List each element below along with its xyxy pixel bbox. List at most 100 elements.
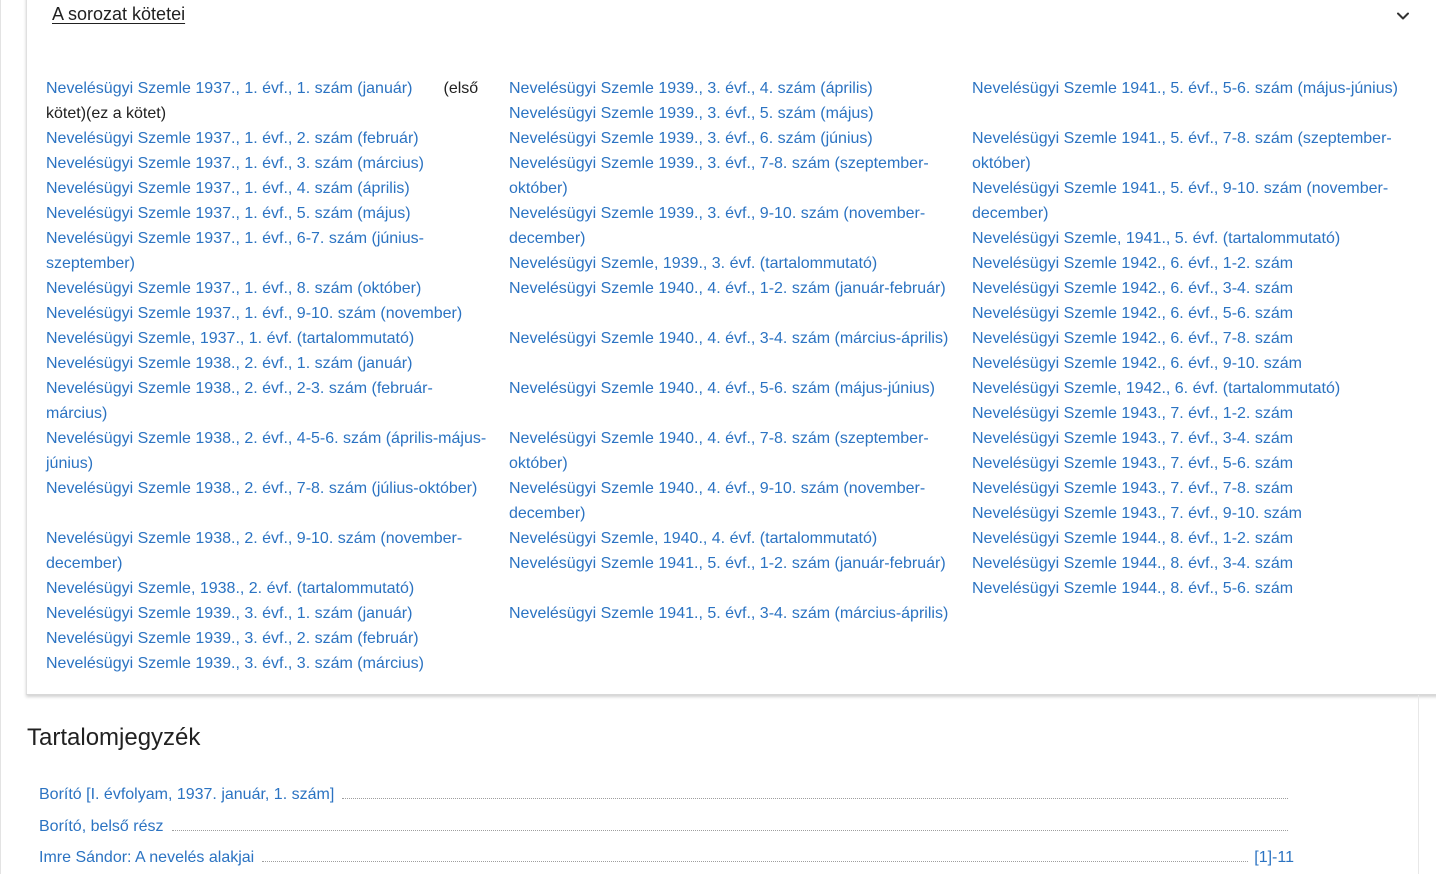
series-volumes-toggle[interactable]: A sorozat kötetei — [52, 4, 185, 25]
volume-link[interactable]: Nevelésügyi Szemle 1937., 1. évf., 8. sz… — [46, 280, 421, 297]
volume-link[interactable]: Nevelésügyi Szemle 1938., 2. évf., 9-10.… — [46, 530, 462, 572]
list-item: Nevelésügyi Szemle 1937., 1. évf., 8. sz… — [46, 276, 491, 301]
list-item: Nevelésügyi Szemle 1938., 2. évf., 9-10.… — [46, 526, 491, 576]
list-item: Nevelésügyi Szemle 1942., 6. évf., 7-8. … — [972, 326, 1412, 351]
list-item: Nevelésügyi Szemle 1941., 5. évf., 7-8. … — [972, 126, 1412, 176]
volume-link[interactable]: Nevelésügyi Szemle 1940., 4. évf., 7-8. … — [509, 430, 929, 472]
list-item: Nevelésügyi Szemle 1937., 1. évf., 4. sz… — [46, 176, 491, 201]
volume-link[interactable]: Nevelésügyi Szemle 1939., 3. évf., 7-8. … — [509, 155, 929, 197]
volume-link[interactable]: Nevelésügyi Szemle 1939., 3. évf., 4. sz… — [509, 80, 873, 97]
volume-link[interactable]: Nevelésügyi Szemle 1938., 2. évf., 1. sz… — [46, 355, 412, 372]
volume-link[interactable]: Nevelésügyi Szemle 1937., 1. évf., 4. sz… — [46, 180, 410, 197]
volume-link[interactable]: Nevelésügyi Szemle 1939., 3. évf., 6. sz… — [509, 130, 873, 147]
list-item: Nevelésügyi Szemle 1943., 7. évf., 5-6. … — [972, 451, 1412, 476]
volume-link[interactable]: Nevelésügyi Szemle 1944., 8. évf., 3-4. … — [972, 555, 1293, 572]
list-item: Nevelésügyi Szemle 1938., 2. évf., 2-3. … — [46, 376, 491, 426]
list-item: Nevelésügyi Szemle 1941., 5. évf., 5-6. … — [972, 76, 1412, 101]
volume-link[interactable]: Nevelésügyi Szemle 1942., 6. évf., 7-8. … — [972, 330, 1293, 347]
volume-link[interactable]: Nevelésügyi Szemle 1941., 5. évf., 3-4. … — [509, 605, 948, 622]
toc-link[interactable]: Borító [I. évfolyam, 1937. január, 1. sz… — [39, 786, 334, 804]
list-item: Nevelésügyi Szemle 1944., 8. évf., 1-2. … — [972, 526, 1412, 551]
list-item: Nevelésügyi Szemle 1941., 5. évf., 1-2. … — [509, 551, 949, 576]
volume-link[interactable]: Nevelésügyi Szemle 1939., 3. évf., 5. sz… — [509, 105, 874, 122]
list-item: Nevelésügyi Szemle 1938., 2. évf., 4-5-6… — [46, 426, 491, 476]
volume-link[interactable]: Nevelésügyi Szemle 1939., 3. évf., 1. sz… — [46, 605, 412, 622]
list-item: Nevelésügyi Szemle 1944., 8. évf., 3-4. … — [972, 551, 1412, 576]
toc-link[interactable]: Imre Sándor: A nevelés alakjai — [39, 849, 254, 867]
volume-link[interactable]: Nevelésügyi Szemle, 1939., 3. évf. (tart… — [509, 255, 877, 272]
list-item: Nevelésügyi Szemle, 1941., 5. évf. (tart… — [972, 226, 1412, 251]
volume-link[interactable]: Nevelésügyi Szemle 1937., 1. évf., 1. sz… — [46, 80, 412, 97]
volume-link[interactable]: Nevelésügyi Szemle 1943., 7. évf., 5-6. … — [972, 455, 1293, 472]
volume-link[interactable]: Nevelésügyi Szemle 1942., 6. évf., 3-4. … — [972, 280, 1293, 297]
volume-link[interactable]: Nevelésügyi Szemle 1944., 8. évf., 1-2. … — [972, 530, 1293, 547]
volume-link[interactable]: Nevelésügyi Szemle 1939., 3. évf., 9-10.… — [509, 205, 925, 247]
volume-link[interactable]: Nevelésügyi Szemle 1939., 3. évf., 2. sz… — [46, 630, 419, 647]
volume-link[interactable]: Nevelésügyi Szemle 1942., 6. évf., 5-6. … — [972, 305, 1293, 322]
volume-link[interactable]: Nevelésügyi Szemle 1940., 4. évf., 5-6. … — [509, 380, 935, 397]
list-item: Nevelésügyi Szemle 1940., 4. évf., 9-10.… — [509, 476, 949, 526]
volume-link[interactable]: Nevelésügyi Szemle 1940., 4. évf., 9-10.… — [509, 480, 925, 522]
list-item: Nevelésügyi Szemle 1937., 1. évf., 2. sz… — [46, 126, 491, 151]
volume-link[interactable]: Nevelésügyi Szemle 1937., 1. évf., 2. sz… — [46, 130, 419, 147]
volume-link[interactable]: Nevelésügyi Szemle, 1938., 2. évf. (tart… — [46, 580, 414, 597]
volume-link[interactable]: Nevelésügyi Szemle 1939., 3. évf., 3. sz… — [46, 655, 424, 672]
toc-link[interactable]: Borító, belső rész — [39, 818, 164, 836]
volume-link[interactable]: Nevelésügyi Szemle, 1940., 4. évf. (tart… — [509, 530, 877, 547]
volume-link[interactable]: Nevelésügyi Szemle 1943., 7. évf., 1-2. … — [972, 405, 1293, 422]
volume-link[interactable]: Nevelésügyi Szemle 1941., 5. évf., 9-10.… — [972, 180, 1388, 222]
list-item: Nevelésügyi Szemle 1943., 7. évf., 7-8. … — [972, 476, 1412, 501]
list-item: Nevelésügyi Szemle 1944., 8. évf., 5-6. … — [972, 576, 1412, 601]
volume-link[interactable]: Nevelésügyi Szemle 1941., 5. évf., 7-8. … — [972, 130, 1392, 172]
volumes-column-2: Nevelésügyi Szemle 1939., 3. évf., 4. sz… — [509, 76, 949, 626]
volume-link[interactable]: Nevelésügyi Szemle 1937., 1. évf., 3. sz… — [46, 155, 424, 172]
list-item: Nevelésügyi Szemle 1939., 3. évf., 9-10.… — [509, 201, 949, 251]
volume-link[interactable]: Nevelésügyi Szemle 1938., 2. évf., 2-3. … — [46, 380, 433, 422]
volume-link[interactable]: Nevelésügyi Szemle 1943., 7. évf., 3-4. … — [972, 430, 1293, 447]
volumes-column-1: Nevelésügyi Szemle 1937., 1. évf., 1. sz… — [46, 76, 491, 676]
list-item: Nevelésügyi Szemle 1937., 1. évf., 1. sz… — [46, 76, 491, 126]
toc-leader-dots — [262, 861, 1249, 862]
volume-link[interactable]: Nevelésügyi Szemle 1937., 1. évf., 9-10.… — [46, 305, 462, 322]
list-item: Nevelésügyi Szemle, 1939., 3. évf. (tart… — [509, 251, 949, 276]
list-item: Nevelésügyi Szemle 1939., 3. évf., 6. sz… — [509, 126, 949, 151]
list-item: Nevelésügyi Szemle 1937., 1. évf., 3. sz… — [46, 151, 491, 176]
volume-link[interactable]: Nevelésügyi Szemle 1937., 1. évf., 6-7. … — [46, 230, 424, 272]
volume-link[interactable]: Nevelésügyi Szemle 1941., 5. évf., 1-2. … — [509, 555, 946, 572]
list-item: Nevelésügyi Szemle 1937., 1. évf., 5. sz… — [46, 201, 491, 226]
page-left-border — [0, 0, 1, 874]
list-item: Nevelésügyi Szemle 1937., 1. évf., 9-10.… — [46, 301, 491, 326]
list-item: Nevelésügyi Szemle 1940., 4. évf., 7-8. … — [509, 426, 949, 476]
volume-link[interactable]: Nevelésügyi Szemle 1942., 6. évf., 9-10.… — [972, 355, 1302, 372]
list-item: Nevelésügyi Szemle 1941., 5. évf., 3-4. … — [509, 601, 949, 626]
chevron-down-icon[interactable] — [1393, 6, 1413, 26]
volume-link[interactable]: Nevelésügyi Szemle 1943., 7. évf., 7-8. … — [972, 480, 1293, 497]
list-item: Nevelésügyi Szemle, 1942., 6. évf. (tart… — [972, 376, 1412, 401]
list-item: Nevelésügyi Szemle 1940., 4. évf., 5-6. … — [509, 376, 949, 401]
volume-link[interactable]: Nevelésügyi Szemle 1937., 1. évf., 5. sz… — [46, 205, 411, 222]
volumes-column-3: Nevelésügyi Szemle 1941., 5. évf., 5-6. … — [972, 76, 1412, 601]
list-item: Nevelésügyi Szemle, 1938., 2. évf. (tart… — [46, 576, 491, 601]
list-item: Nevelésügyi Szemle 1939., 3. évf., 2. sz… — [46, 626, 491, 651]
volume-link[interactable]: Nevelésügyi Szemle 1944., 8. évf., 5-6. … — [972, 580, 1293, 597]
list-item: Nevelésügyi Szemle 1940., 4. évf., 3-4. … — [509, 326, 949, 351]
volume-link[interactable]: Nevelésügyi Szemle, 1937., 1. évf. (tart… — [46, 330, 414, 347]
volume-link[interactable]: Nevelésügyi Szemle 1940., 4. évf., 1-2. … — [509, 280, 946, 297]
volume-link[interactable]: Nevelésügyi Szemle, 1942., 6. évf. (tart… — [972, 380, 1340, 397]
toc-row: Borító, belső rész — [39, 814, 1294, 836]
volume-link[interactable]: Nevelésügyi Szemle, 1941., 5. évf. (tart… — [972, 230, 1340, 247]
volume-link[interactable]: Nevelésügyi Szemle 1938., 2. évf., 7-8. … — [46, 480, 477, 497]
content-right-border — [1418, 695, 1419, 874]
list-item: Nevelésügyi Szemle 1941., 5. évf., 9-10.… — [972, 176, 1412, 226]
volume-link[interactable]: Nevelésügyi Szemle 1943., 7. évf., 9-10.… — [972, 505, 1302, 522]
list-item: Nevelésügyi Szemle, 1937., 1. évf. (tart… — [46, 326, 491, 351]
volume-link[interactable]: Nevelésügyi Szemle 1941., 5. évf., 5-6. … — [972, 80, 1398, 97]
volume-link[interactable]: Nevelésügyi Szemle 1940., 4. évf., 3-4. … — [509, 330, 948, 347]
volume-link[interactable]: Nevelésügyi Szemle 1942., 6. évf., 1-2. … — [972, 255, 1293, 272]
volume-link[interactable]: Nevelésügyi Szemle 1938., 2. évf., 4-5-6… — [46, 430, 486, 472]
